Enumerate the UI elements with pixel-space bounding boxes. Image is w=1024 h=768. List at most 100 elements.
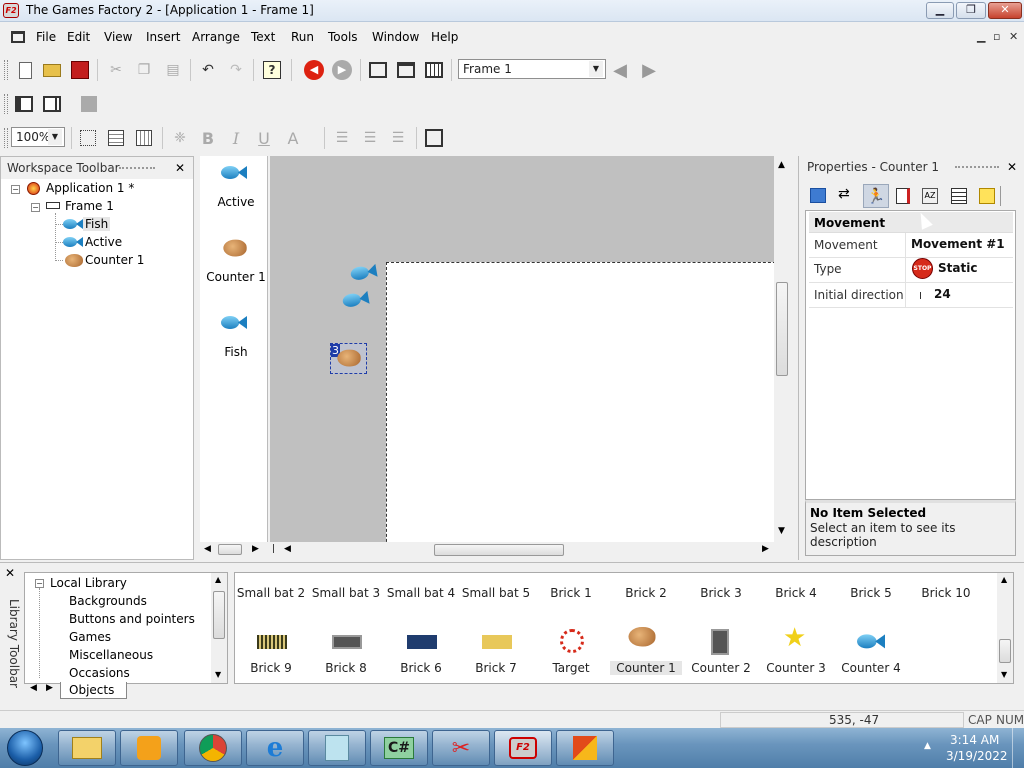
align-right-icon[interactable]: ☰ xyxy=(388,128,408,148)
copy-icon[interactable]: ❐ xyxy=(134,60,154,80)
close-icon[interactable]: ✕ xyxy=(175,161,185,175)
snipping-taskbar-button[interactable]: ✂ xyxy=(432,730,490,766)
library-item-label[interactable]: Brick 10 xyxy=(910,586,982,600)
save-icon[interactable] xyxy=(70,60,90,80)
scroll-down-icon[interactable]: ▼ xyxy=(1001,670,1007,679)
close-icon[interactable]: ✕ xyxy=(1007,160,1017,174)
library-item-label[interactable]: Brick 1 xyxy=(535,586,607,600)
library-item-label[interactable]: Brick 7 xyxy=(460,661,532,675)
about-tab-icon[interactable] xyxy=(979,188,995,204)
text-color-icon[interactable]: A xyxy=(283,128,303,148)
menu-window[interactable]: Window xyxy=(372,30,419,44)
menu-tools[interactable]: Tools xyxy=(328,30,358,44)
zoom-select[interactable]: 100% ▼ xyxy=(11,127,65,147)
scroll-down-icon[interactable]: ▼ xyxy=(215,670,221,679)
active-sprite[interactable] xyxy=(341,288,370,314)
library-item-label[interactable]: Small bat 2 xyxy=(235,586,307,600)
grid-icon[interactable] xyxy=(78,128,98,148)
scroll-left-icon[interactable]: ◀ xyxy=(204,544,211,554)
maximize-button[interactable]: ❐ xyxy=(956,2,986,19)
run-icon[interactable]: ▶ xyxy=(332,60,352,80)
redo-icon[interactable]: ↷ xyxy=(226,60,246,80)
display-tab-icon[interactable] xyxy=(810,188,826,203)
menu-run[interactable]: Run xyxy=(291,30,314,44)
event-editor-icon[interactable] xyxy=(424,60,444,80)
help-icon[interactable]: ? xyxy=(262,60,282,80)
vscroll-thumb[interactable] xyxy=(776,282,788,376)
bold-icon[interactable]: B xyxy=(198,128,218,148)
scroll-thumb[interactable] xyxy=(218,544,242,555)
cut-icon[interactable]: ✂ xyxy=(106,60,126,80)
hscroll-thumb[interactable] xyxy=(434,544,564,556)
office-taskbar-button[interactable] xyxy=(556,730,614,766)
fish-sprite[interactable] xyxy=(349,261,378,287)
tree-item-active[interactable]: Active xyxy=(85,235,122,249)
frame-editor[interactable]: 3 xyxy=(270,156,774,542)
panel-grip[interactable] xyxy=(955,166,999,168)
menu-text[interactable]: Text xyxy=(251,30,275,44)
menu-edit[interactable]: Edit xyxy=(67,30,90,44)
tab-objects[interactable]: Objects xyxy=(60,682,128,699)
mdi-close-button[interactable]: ✕ xyxy=(1009,30,1018,43)
library-item-label[interactable]: Counter 3 xyxy=(760,661,832,675)
underline-icon[interactable]: U xyxy=(254,128,274,148)
tree-item-fish[interactable]: Fish xyxy=(83,217,111,231)
library-folder[interactable]: Miscellaneous xyxy=(69,648,153,662)
explorer-taskbar-button[interactable] xyxy=(58,730,116,766)
italic-icon[interactable]: I xyxy=(226,128,246,148)
events-tab-icon[interactable] xyxy=(951,188,967,204)
next-frame-icon[interactable]: ▶ xyxy=(639,60,659,81)
previous-frame-icon[interactable]: ◀ xyxy=(610,60,630,81)
frame-editor-icon[interactable] xyxy=(396,60,416,80)
library-folder[interactable]: Buttons and pointers xyxy=(69,612,195,626)
paste-icon[interactable]: ▤ xyxy=(163,60,183,80)
library-item-label[interactable]: Brick 4 xyxy=(760,586,832,600)
library-item-label[interactable]: Brick 8 xyxy=(310,661,382,675)
scroll-up-icon[interactable]: ▲ xyxy=(778,160,785,170)
collapse-icon[interactable]: − xyxy=(11,185,20,194)
active-object-icon[interactable] xyxy=(221,163,247,185)
scroll-thumb[interactable] xyxy=(999,639,1011,663)
library-item-label[interactable]: Counter 2 xyxy=(685,661,757,675)
media-player-taskbar-button[interactable] xyxy=(120,730,178,766)
toolbar-grip[interactable] xyxy=(4,128,8,148)
values-tab-icon[interactable]: AZ xyxy=(922,188,938,204)
menu-file[interactable]: File xyxy=(36,30,56,44)
counter-sprite[interactable]: 3 xyxy=(330,343,367,374)
stop-run-icon[interactable]: ◀ xyxy=(304,60,324,80)
start-button[interactable] xyxy=(7,730,43,766)
scroll-up-icon[interactable]: ▲ xyxy=(1001,575,1007,584)
notepad-taskbar-button[interactable] xyxy=(308,730,366,766)
library-item-label[interactable]: Small bat 4 xyxy=(385,586,457,600)
toolbar-grip[interactable] xyxy=(4,94,8,114)
movement-tab-icon[interactable]: 🏃 xyxy=(863,184,889,208)
menu-insert[interactable]: Insert xyxy=(146,30,180,44)
scroll-left-icon[interactable]: ◀ xyxy=(30,683,37,693)
library-item-label[interactable]: Small bat 5 xyxy=(460,586,532,600)
library-vscroll[interactable]: ▲ ▼ xyxy=(997,573,1013,683)
close-button[interactable]: ✕ xyxy=(988,2,1022,19)
library-root[interactable]: Local Library xyxy=(50,576,127,590)
clock-time[interactable]: 3:14 AM xyxy=(950,733,999,747)
scroll-right-icon[interactable]: ▶ xyxy=(46,683,53,693)
canvas-hscroll[interactable]: | ◀ ▶ xyxy=(270,542,774,558)
minimize-button[interactable]: ▁ xyxy=(926,2,954,19)
mdi-restore-button[interactable]: ▫ xyxy=(993,30,1000,43)
library-item-label[interactable]: Counter 1 xyxy=(610,661,682,675)
open-icon[interactable] xyxy=(42,60,62,80)
library-item-label[interactable]: Brick 6 xyxy=(385,661,457,675)
library-tree-vscroll[interactable]: ▲ ▼ xyxy=(211,573,227,683)
scroll-down-icon[interactable]: ▼ xyxy=(778,526,785,536)
mdi-minimize-button[interactable]: ▁ xyxy=(977,30,985,43)
run-application-icon[interactable] xyxy=(14,94,34,114)
frame-select[interactable]: Frame 1 ▼ xyxy=(458,59,606,79)
frame-area[interactable] xyxy=(386,262,774,542)
close-icon[interactable]: ✕ xyxy=(5,566,15,580)
app-icon[interactable]: F2 xyxy=(3,3,19,18)
font-icon[interactable]: ❈ xyxy=(170,128,190,148)
align-center-icon[interactable]: ☰ xyxy=(360,128,380,148)
menu-view[interactable]: View xyxy=(104,30,132,44)
size-tab-icon[interactable]: ⇄ xyxy=(838,186,850,202)
counter-object-icon[interactable] xyxy=(223,239,247,261)
run-frame-icon[interactable] xyxy=(42,94,62,114)
